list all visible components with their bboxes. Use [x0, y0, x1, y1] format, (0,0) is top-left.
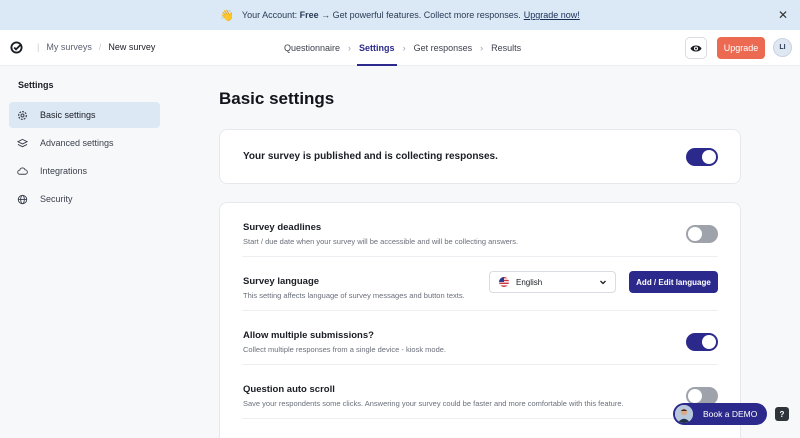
app-logo-icon[interactable] — [10, 41, 23, 54]
chevron-right-icon: › — [480, 43, 484, 53]
sidebar-item-label: Advanced settings — [40, 138, 114, 148]
publish-status-text: Your survey is published and is collecti… — [243, 151, 498, 162]
banner-plan: Free — [299, 10, 319, 20]
eye-icon — [690, 45, 702, 51]
setting-description: Start / due date when your survey will b… — [243, 237, 519, 246]
tab-settings[interactable]: Settings — [357, 30, 397, 66]
sidebar-item-label: Integrations — [40, 166, 88, 176]
chevron-down-icon — [600, 280, 606, 285]
sidebar-item-basic-settings[interactable]: Basic settings — [9, 102, 160, 128]
preview-button[interactable] — [685, 37, 707, 59]
sidebar-item-advanced-settings[interactable]: Advanced settings — [9, 130, 160, 156]
toggle-knob — [702, 335, 716, 349]
us-flag-icon — [499, 277, 509, 287]
setting-description: Save your respondents some clicks. Answe… — [243, 399, 624, 408]
help-button[interactable]: ? — [775, 407, 789, 421]
sidebar-item-security[interactable]: Security — [9, 186, 160, 212]
setting-description: Collect multiple responses from a single… — [243, 345, 447, 354]
setting-title: Question auto scroll — [243, 384, 335, 395]
sidebar-title: Settings — [18, 80, 54, 90]
setting-question-auto-scroll: Question auto scroll Save your responden… — [242, 365, 718, 419]
chevron-right-icon: › — [402, 43, 406, 53]
upgrade-button[interactable]: Upgrade — [717, 37, 765, 59]
survey-tabs: Questionnaire › Settings › Get responses… — [284, 30, 521, 66]
settings-card: Survey deadlines Start / due date when y… — [219, 202, 741, 438]
breadcrumb-separator: / — [98, 42, 102, 52]
presenter-avatar-icon — [675, 405, 693, 423]
setting-description: This setting affects language of survey … — [243, 291, 465, 300]
toggle-knob — [688, 227, 702, 241]
globe-icon — [17, 194, 28, 205]
publish-status-card: Your survey is published and is collecti… — [219, 129, 741, 184]
setting-title: Allow multiple submissions? — [243, 330, 374, 341]
tab-get-responses[interactable]: Get responses — [414, 30, 473, 66]
upgrade-banner: 👋 Your Account: Free → Get powerful feat… — [0, 0, 800, 30]
sidebar-item-integrations[interactable]: Integrations — [9, 158, 160, 184]
toggle-knob — [688, 389, 702, 403]
tab-questionnaire[interactable]: Questionnaire — [284, 30, 340, 66]
language-value: English — [516, 277, 543, 287]
deadlines-toggle[interactable] — [686, 225, 718, 243]
language-select[interactable]: English — [489, 271, 616, 293]
breadcrumb-new-survey: New survey — [108, 42, 156, 52]
wave-icon: 👋 — [220, 9, 234, 22]
multiple-submissions-toggle[interactable] — [686, 333, 718, 351]
banner-prefix: Your Account: — [241, 10, 298, 20]
sidebar-item-label: Security — [40, 194, 73, 204]
chevron-right-icon: › — [348, 43, 352, 53]
setting-survey-deadlines: Survey deadlines Start / due date when y… — [242, 203, 718, 257]
toggle-knob — [702, 150, 716, 164]
close-icon[interactable]: ✕ — [778, 8, 788, 22]
setting-survey-language: Survey language This setting affects lan… — [242, 257, 718, 311]
upgrade-now-link[interactable]: Upgrade now! — [524, 10, 580, 20]
gear-icon — [17, 110, 28, 121]
avatar[interactable]: LI — [773, 38, 792, 57]
book-demo-button[interactable]: Book a DEMO — [673, 403, 767, 425]
page-title: Basic settings — [219, 89, 335, 108]
breadcrumb: | My surveys / New survey — [30, 42, 155, 52]
setting-multiple-submissions: Allow multiple submissions? Collect mult… — [242, 311, 718, 365]
add-edit-language-button[interactable]: Add / Edit language — [629, 271, 718, 293]
tab-results[interactable]: Results — [491, 30, 521, 66]
top-navigation: | My surveys / New survey Questionnaire … — [0, 30, 800, 66]
banner-message: → Get powerful features. Collect more re… — [321, 10, 521, 20]
breadcrumb-my-surveys[interactable]: My surveys — [46, 42, 92, 52]
setting-title: Survey language — [243, 276, 320, 287]
publish-toggle[interactable] — [686, 148, 718, 166]
breadcrumb-separator: | — [37, 42, 40, 52]
sidebar-item-label: Basic settings — [40, 110, 96, 120]
book-demo-label: Book a DEMO — [703, 409, 758, 419]
setting-title: Survey deadlines — [243, 222, 322, 233]
layers-icon — [17, 138, 28, 149]
cloud-icon — [17, 166, 28, 177]
